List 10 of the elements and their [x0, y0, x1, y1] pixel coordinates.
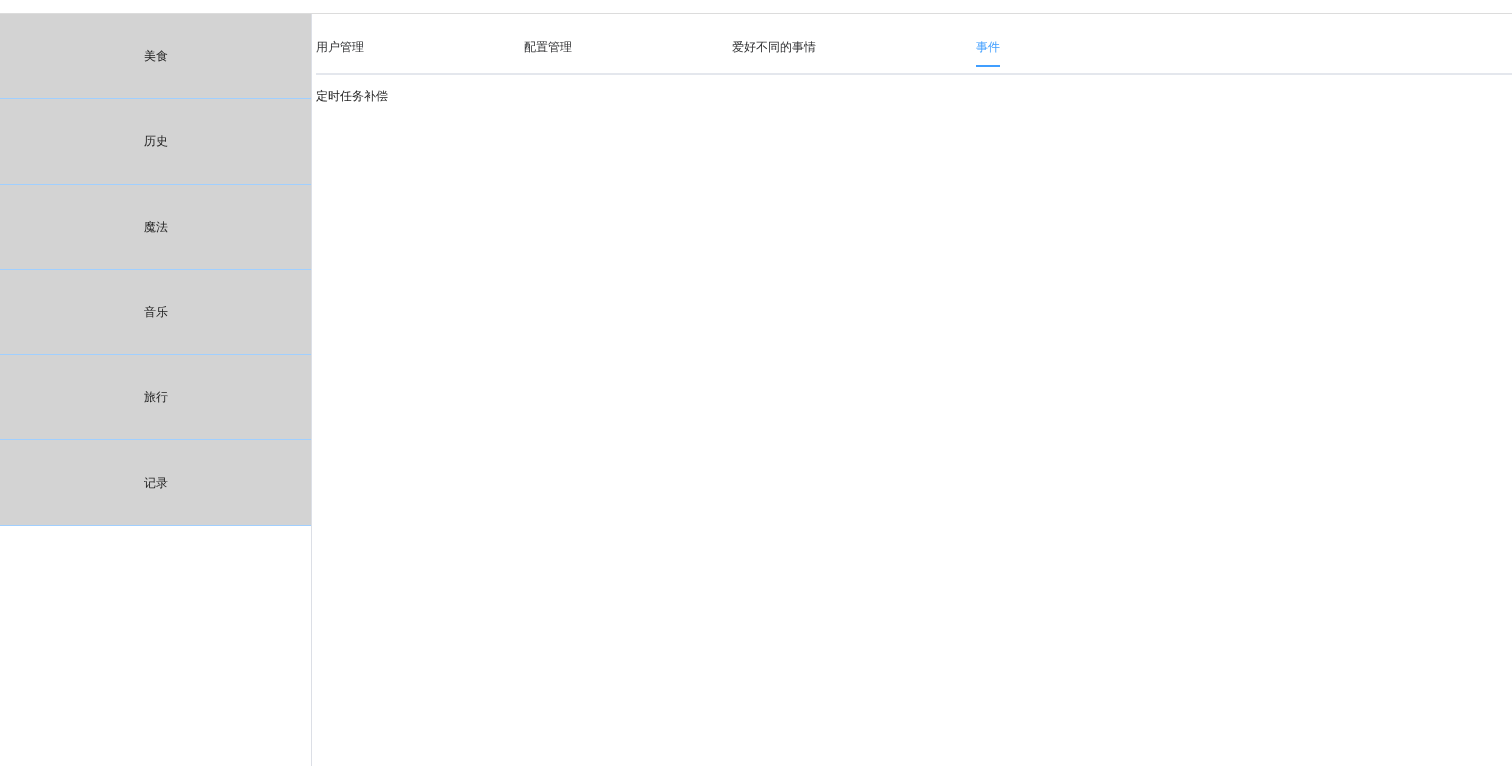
tab[interactable]: 用户管理	[316, 34, 524, 75]
sidebar-item[interactable]: 旅行	[0, 355, 311, 441]
sidebar-item[interactable]: 音乐	[0, 269, 311, 356]
sidebar-item[interactable]: 记录	[0, 440, 311, 526]
tab[interactable]: 配置管理	[524, 34, 732, 75]
tab[interactable]: 爱好不同的事情	[732, 34, 976, 75]
sidebar-item[interactable]: 魔法	[0, 184, 311, 270]
content-text: 定时任务补偿	[316, 88, 389, 105]
sidebar-item[interactable]: 历史	[0, 99, 311, 185]
sidebar-item[interactable]: 美食	[0, 14, 311, 100]
